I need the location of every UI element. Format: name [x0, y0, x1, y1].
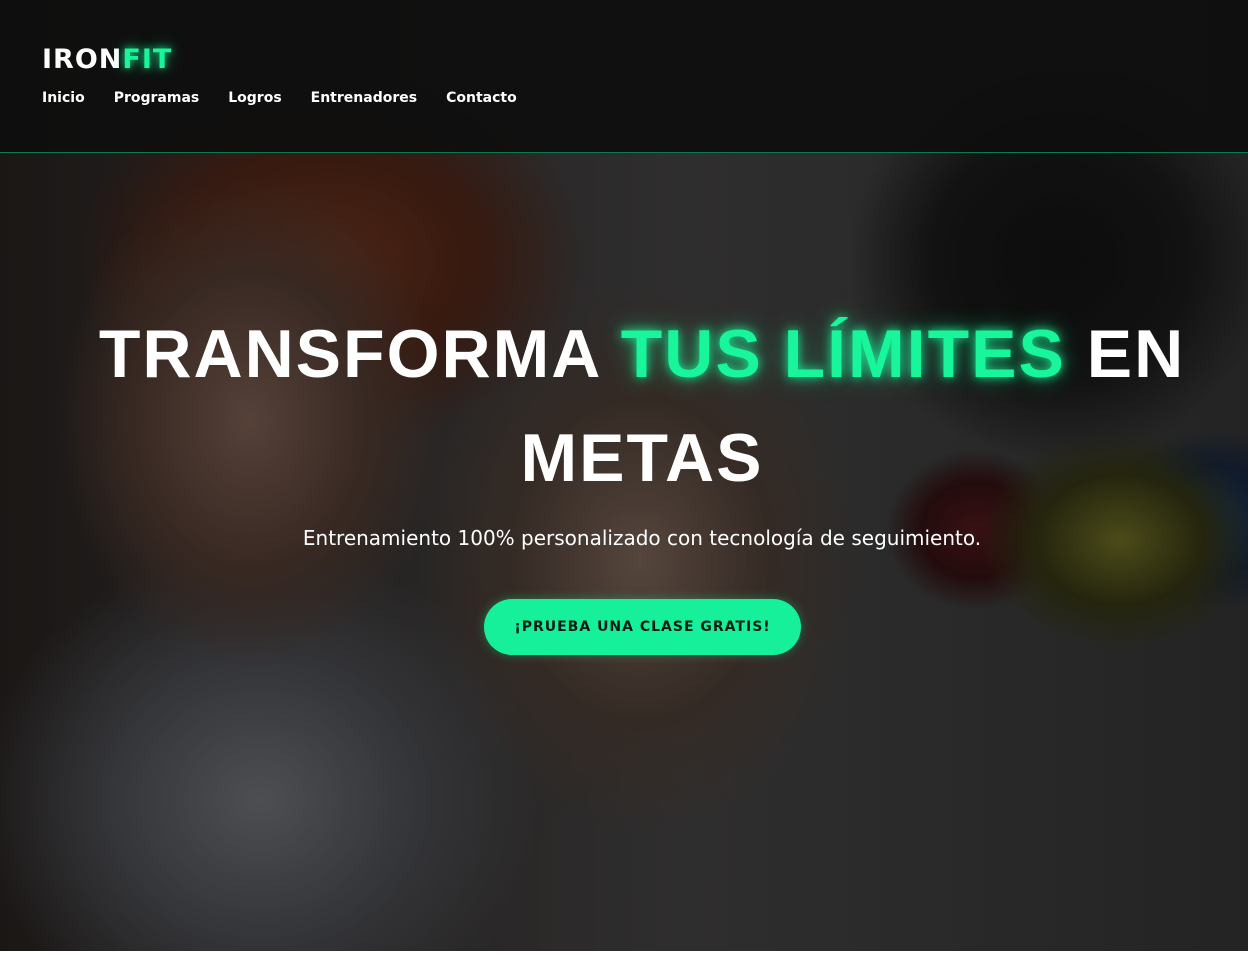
- site-header: IRONFIT Inicio Programas Logros Entrenad…: [0, 0, 1248, 153]
- page: IRONFIT Inicio Programas Logros Entrenad…: [0, 0, 1248, 954]
- nav-item-inicio[interactable]: Inicio: [42, 90, 85, 106]
- nav-item-entrenadores[interactable]: Entrenadores: [311, 90, 417, 106]
- hero-headline: TRANSFORMA TUS LÍMITES EN METAS: [90, 302, 1194, 510]
- hero-section: TRANSFORMA TUS LÍMITES EN METAS Entrenam…: [0, 152, 1248, 954]
- nav-item-programas[interactable]: Programas: [114, 90, 200, 106]
- headline-part1: TRANSFORMA: [98, 316, 600, 392]
- brand-name-accent: FIT: [122, 44, 173, 75]
- nav-item-logros[interactable]: Logros: [228, 90, 281, 106]
- brand-logo[interactable]: IRONFIT: [42, 44, 172, 75]
- hero-subtitle: Entrenamiento 100% personalizado con tec…: [302, 526, 982, 550]
- main-nav: Inicio Programas Logros Entrenadores Con…: [42, 90, 517, 106]
- brand-name-main: IRON: [42, 44, 123, 75]
- free-class-button[interactable]: ¡PRUEBA UNA CLASE GRATIS!: [484, 599, 801, 655]
- nav-item-contacto[interactable]: Contacto: [446, 90, 517, 106]
- headline-highlight: TUS LÍMITES: [620, 316, 1066, 392]
